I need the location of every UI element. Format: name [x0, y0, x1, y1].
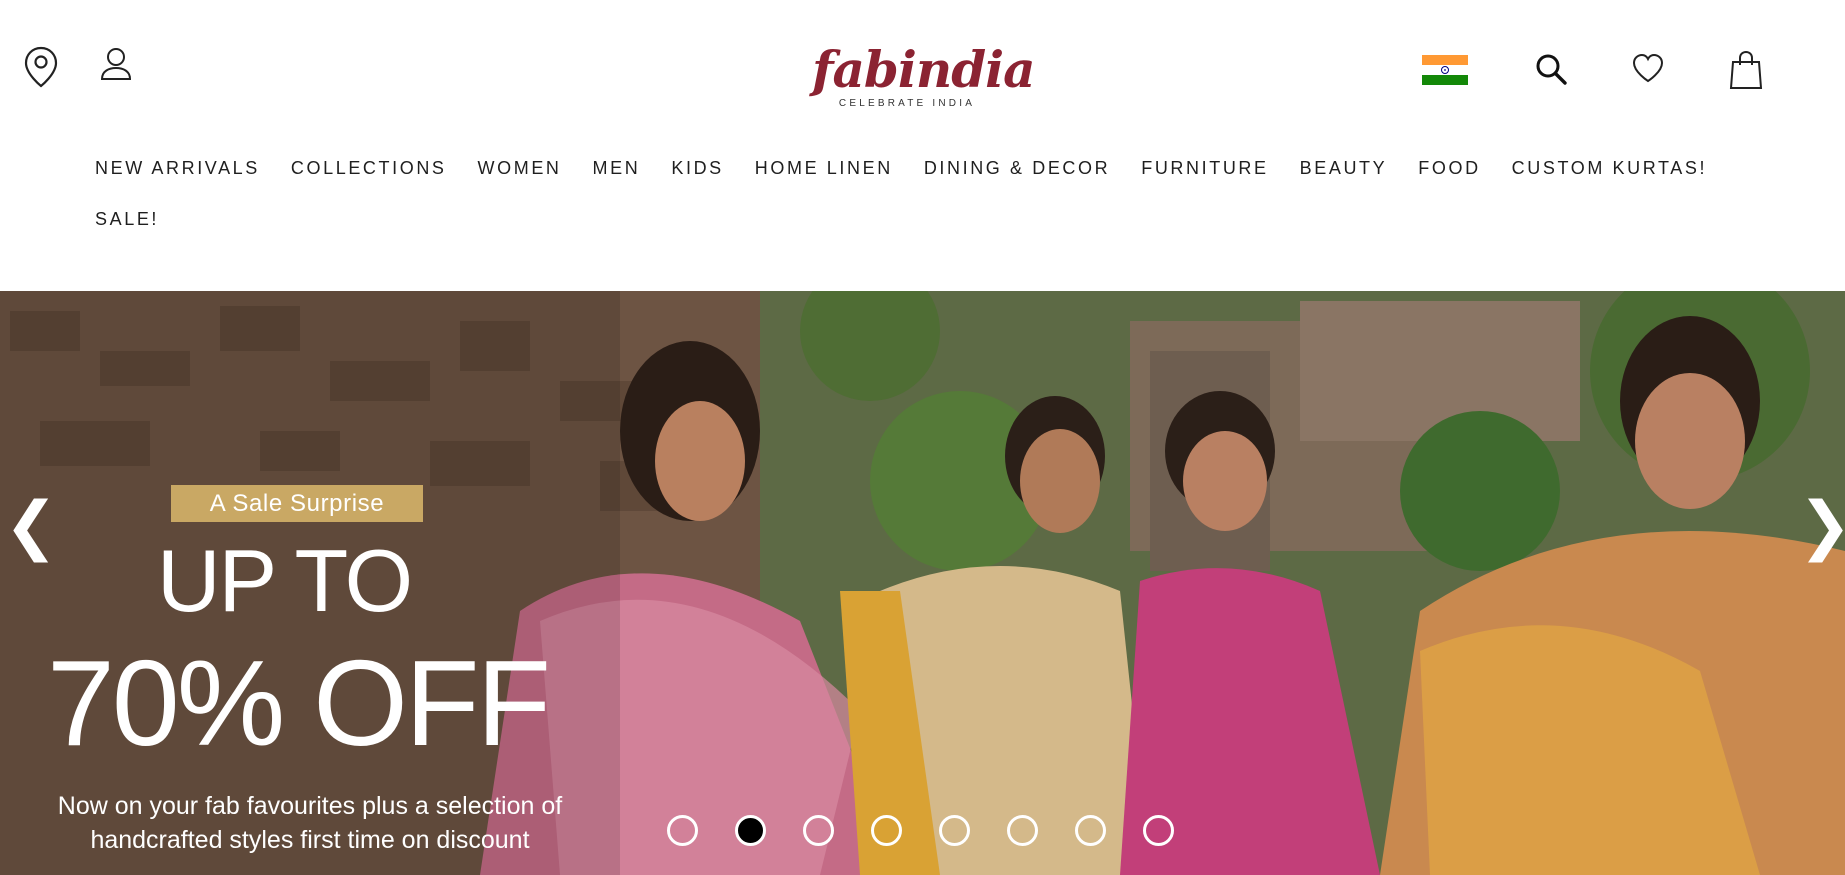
carousel-dot-3[interactable] [803, 815, 834, 846]
nav-row-secondary: SALE! [95, 203, 1795, 235]
nav-item-furniture[interactable]: FURNITURE [1141, 158, 1268, 179]
nav-item-women[interactable]: WOMEN [478, 158, 562, 179]
promo-badge-label: A Sale Surprise [209, 489, 385, 517]
hero-carousel[interactable]: A Sale Surprise UP TO 70% OFF Now on you… [0, 291, 1845, 875]
shopping-bag-icon[interactable] [1727, 48, 1765, 92]
search-icon[interactable] [1532, 50, 1570, 88]
carousel-dot-2[interactable] [735, 815, 766, 846]
nav-item-men[interactable]: MEN [593, 158, 641, 179]
nav-item-custom-kurtas[interactable]: CUSTOM KURTAS! [1512, 158, 1707, 179]
nav-item-beauty[interactable]: BEAUTY [1300, 158, 1388, 179]
chevron-right-icon: ❯ [1798, 494, 1845, 558]
carousel-dot-8[interactable] [1143, 815, 1174, 846]
nav-item-sale[interactable]: SALE! [95, 209, 159, 230]
logo-wordmark: fabindia [812, 40, 1036, 99]
promo-headline-upto: UP TO [157, 531, 413, 630]
nav-row-primary: NEW ARRIVALS COLLECTIONS WOMEN MEN KIDS … [95, 152, 1795, 184]
logo-tagline: CELEBRATE INDIA [838, 98, 976, 109]
carousel-dot-6[interactable] [1007, 815, 1038, 846]
chevron-left-icon: ❮ [4, 489, 58, 563]
india-flag-icon[interactable] [1421, 54, 1469, 86]
carousel-dot-1[interactable] [667, 815, 698, 846]
location-pin-icon[interactable] [22, 44, 60, 90]
carousel-prev-button[interactable]: ❮ [4, 489, 58, 563]
promo-badge: A Sale Surprise [171, 485, 423, 522]
carousel-dot-5[interactable] [939, 815, 970, 846]
carousel-dot-4[interactable] [871, 815, 902, 846]
main-navigation: NEW ARRIVALS COLLECTIONS WOMEN MEN KIDS … [95, 152, 1795, 254]
nav-item-home-linen[interactable]: HOME LINEN [755, 158, 893, 179]
heart-icon[interactable] [1629, 50, 1667, 86]
carousel-dot-7[interactable] [1075, 815, 1106, 846]
nav-item-kids[interactable]: KIDS [671, 158, 723, 179]
nav-item-food[interactable]: FOOD [1418, 158, 1480, 179]
user-icon[interactable] [97, 44, 135, 84]
nav-item-new-arrivals[interactable]: NEW ARRIVALS [95, 158, 260, 179]
carousel-indicators [667, 815, 1211, 846]
promo-headline-discount: 70% OFF [47, 635, 551, 771]
nav-item-collections[interactable]: COLLECTIONS [291, 158, 447, 179]
carousel-next-button[interactable]: ❯ [1798, 491, 1845, 561]
promo-subtext: Now on your fab favourites plus a select… [57, 792, 563, 854]
site-header: fabindia CELEBRATE INDIA NEW ARRIVALS CO… [0, 0, 1845, 291]
fabindia-logo[interactable]: fabindia CELEBRATE INDIA [812, 40, 1036, 120]
nav-item-dining-decor[interactable]: DINING & DECOR [924, 158, 1110, 179]
